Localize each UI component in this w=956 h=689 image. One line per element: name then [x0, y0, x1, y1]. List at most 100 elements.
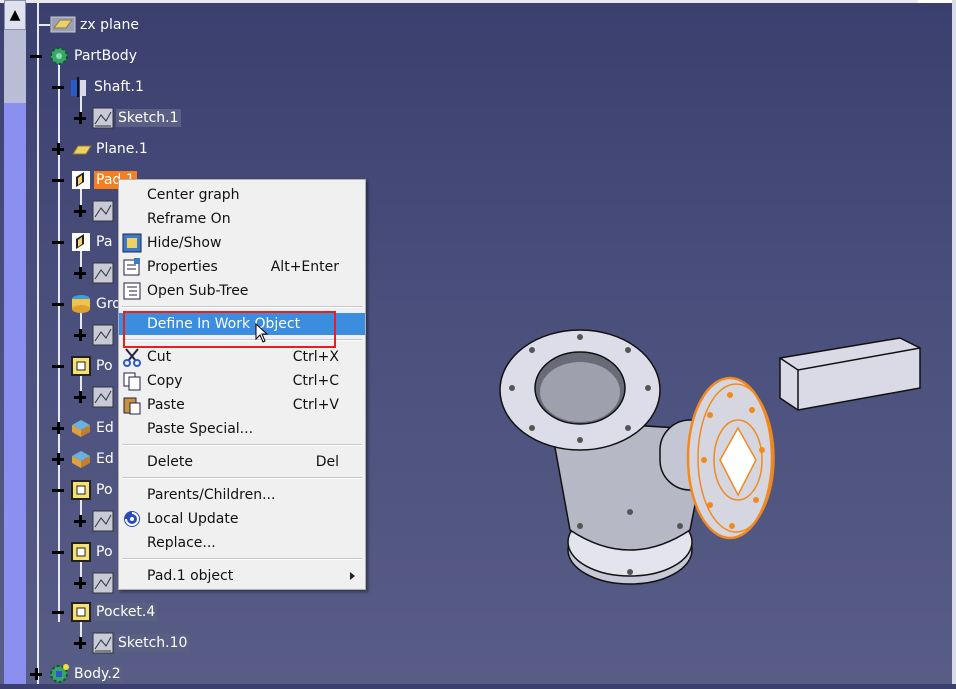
tree-node-sketch1[interactable]: Sketch.1 — [72, 106, 181, 130]
expand-icon[interactable] — [50, 141, 66, 157]
expand-icon[interactable] — [72, 635, 88, 651]
menu-separator — [122, 477, 362, 479]
tree-node-sketch10[interactable]: Sketch.10 — [72, 631, 190, 655]
top-right-border — [918, 0, 952, 3]
tree-scrollbar[interactable]: ▲ — [4, 0, 26, 684]
tree-node-pad2[interactable]: Pa — [50, 230, 114, 254]
paste-icon — [122, 395, 142, 415]
local-update-icon — [122, 509, 142, 529]
tree-node-pocket3-child[interactable] — [72, 571, 116, 595]
sketch-icon — [92, 107, 114, 129]
collapse-icon[interactable] — [50, 482, 66, 498]
tree-node-shaft[interactable]: Shaft.1 — [50, 75, 146, 99]
tree-node-groove-child[interactable] — [72, 323, 116, 347]
expand-icon[interactable] — [72, 513, 88, 529]
menu-item-center-graph[interactable]: Center graph — [119, 184, 365, 206]
tree-node-pocket1-child[interactable] — [72, 385, 116, 409]
sketch-icon — [92, 262, 114, 284]
tree-node-partbody[interactable]: PartBody — [28, 44, 139, 68]
collapse-icon[interactable] — [50, 296, 66, 312]
tree-node-label: Pocket.4 — [94, 603, 158, 621]
pocket-icon — [70, 355, 92, 377]
sketch-icon — [92, 200, 114, 222]
tree-node-groove[interactable]: Gro — [50, 292, 123, 316]
menu-item-reframe-on[interactable]: Reframe On — [119, 208, 365, 230]
tree-node-pocket1[interactable]: Po — [50, 354, 115, 378]
collapse-icon[interactable] — [50, 604, 66, 620]
hide-show-icon — [122, 233, 142, 253]
edge-fillet-icon — [70, 448, 92, 470]
menu-item-paste-special[interactable]: Paste Special... — [119, 418, 365, 440]
tree-node-edgefillet2[interactable]: Ed — [50, 447, 116, 471]
tree-node-label: Ed — [96, 451, 114, 467]
tree-node-body2[interactable]: Body.2 — [28, 662, 123, 686]
body-icon — [48, 663, 70, 685]
sketch-icon — [92, 386, 114, 408]
mouse-pointer-icon — [255, 323, 269, 343]
menu-item-paste[interactable]: Paste Ctrl+V — [119, 394, 365, 416]
pad-icon — [70, 231, 92, 253]
tree-node-label: Ed — [96, 420, 114, 436]
menu-item-properties[interactable]: Properties Alt+Enter — [119, 256, 365, 278]
menu-item-open-sub-tree[interactable]: Open Sub-Tree — [119, 280, 365, 302]
tree-branch — [38, 24, 50, 26]
expand-icon[interactable] — [28, 666, 44, 682]
tree-node-label: Plane.1 — [96, 141, 148, 157]
scroll-up-arrow-icon[interactable]: ▲ — [4, 0, 26, 30]
expand-icon[interactable] — [50, 451, 66, 467]
tree-node-label: PartBody — [74, 48, 137, 64]
expand-icon[interactable] — [72, 327, 88, 343]
menu-item-local-update[interactable]: Local Update — [119, 508, 365, 530]
tree-node-pad1-child[interactable] — [72, 199, 116, 223]
menu-separator — [122, 558, 362, 560]
menu-separator — [122, 306, 362, 308]
expand-icon[interactable] — [50, 420, 66, 436]
menu-item-copy[interactable]: Copy Ctrl+C — [119, 370, 365, 392]
tree-node-pad2-child[interactable] — [72, 261, 116, 285]
shaft-icon — [68, 76, 90, 98]
context-menu: Center graph Reframe On Hide/Show Proper… — [118, 179, 366, 590]
collapse-icon[interactable] — [50, 234, 66, 250]
tree-node-label: Pa — [96, 234, 113, 250]
right-border — [952, 0, 956, 684]
3d-model-viewport[interactable] — [480, 300, 940, 620]
expand-icon[interactable] — [72, 203, 88, 219]
tree-node-pocket3[interactable]: Po — [50, 540, 115, 564]
collapse-icon[interactable] — [50, 544, 66, 560]
menu-item-cut[interactable]: Cut Ctrl+X — [119, 346, 365, 368]
tree-node-pocket2[interactable]: Po — [50, 478, 115, 502]
submenu-arrow-icon — [350, 572, 355, 580]
scroll-thumb[interactable] — [4, 103, 26, 684]
sketch-icon — [92, 572, 114, 594]
menu-item-replace[interactable]: Replace... — [119, 532, 365, 554]
tree-node-label: Body.2 — [72, 665, 123, 683]
tree-node-plane1[interactable]: Plane.1 — [50, 137, 150, 161]
pocket-icon — [70, 601, 92, 623]
block-part[interactable] — [779, 337, 921, 411]
scissors-icon — [122, 347, 142, 367]
collapse-icon[interactable] — [50, 172, 66, 188]
tree-node-pocket2-child[interactable] — [72, 509, 116, 533]
collapse-icon[interactable] — [28, 48, 44, 64]
sketch-icon — [92, 324, 114, 346]
menu-separator — [122, 444, 362, 446]
menu-item-pad1-object[interactable]: Pad.1 object — [119, 565, 365, 587]
collapse-icon[interactable] — [50, 79, 66, 95]
expand-icon[interactable] — [72, 265, 88, 281]
tree-node-label: zx plane — [80, 17, 139, 33]
tree-node-pocket4[interactable]: Pocket.4 — [50, 600, 158, 624]
expand-icon[interactable] — [72, 110, 88, 126]
collapse-icon[interactable] — [50, 358, 66, 374]
tree-node-label: Shaft.1 — [94, 79, 144, 95]
tree-node-zx-plane[interactable]: zx plane — [38, 13, 141, 37]
menu-item-hide-show[interactable]: Hide/Show — [119, 232, 365, 254]
tree-line-root — [37, 0, 39, 684]
pocket-icon — [70, 541, 92, 563]
expand-icon[interactable] — [72, 389, 88, 405]
menu-item-delete[interactable]: Delete Del — [119, 451, 365, 473]
copy-icon — [122, 371, 142, 391]
menu-item-parents-children[interactable]: Parents/Children... — [119, 484, 365, 506]
plane-icon — [50, 14, 76, 36]
expand-icon[interactable] — [72, 575, 88, 591]
tree-node-edgefillet1[interactable]: Ed — [50, 416, 116, 440]
